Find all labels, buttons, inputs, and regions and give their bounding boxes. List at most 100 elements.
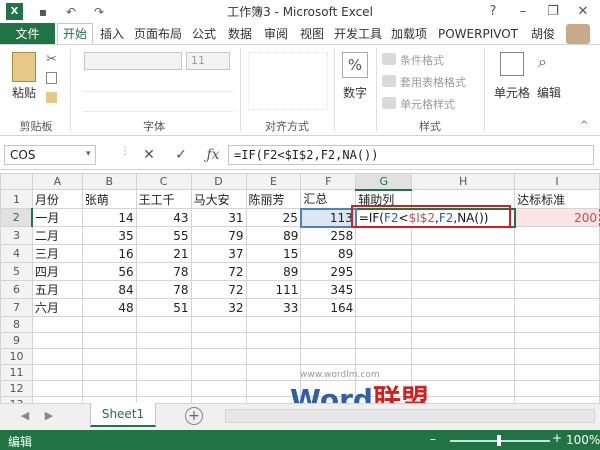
- cell[interactable]: 72: [190, 262, 247, 281]
- column-header[interactable]: H: [411, 173, 516, 190]
- cell[interactable]: [300, 332, 357, 349]
- cell[interactable]: 48: [81, 298, 137, 317]
- cell[interactable]: 55: [135, 226, 192, 245]
- cell[interactable]: [514, 316, 600, 333]
- prev-sheet-icon[interactable]: ◀: [18, 409, 32, 425]
- number-button[interactable]: 数字: [338, 84, 372, 101]
- add-sheet-button[interactable]: +: [185, 407, 203, 425]
- cell[interactable]: [355, 280, 413, 299]
- column-header[interactable]: E: [245, 173, 302, 190]
- cell[interactable]: [31, 364, 83, 381]
- name-box[interactable]: COS: [4, 145, 96, 165]
- row-header[interactable]: 6: [0, 280, 33, 299]
- cut-icon[interactable]: ✂: [46, 52, 57, 67]
- cell[interactable]: 295: [300, 262, 357, 281]
- cell[interactable]: 79: [190, 226, 247, 245]
- help-icon[interactable]: ?: [478, 0, 508, 22]
- name-box-dropdown-icon[interactable]: ▾: [86, 149, 91, 159]
- minimize-icon[interactable]: –: [508, 0, 538, 22]
- zoom-level[interactable]: 100%: [566, 433, 600, 447]
- avatar[interactable]: [566, 24, 590, 44]
- tab-view[interactable]: 视图: [296, 23, 328, 44]
- column-header[interactable]: A: [31, 173, 83, 190]
- format-as-table-button[interactable]: 套用表格格式: [400, 74, 466, 90]
- cell[interactable]: 78: [135, 262, 192, 281]
- paste-button[interactable]: 粘贴: [6, 84, 42, 101]
- cell[interactable]: 16: [81, 244, 137, 263]
- cell[interactable]: 78: [135, 280, 192, 299]
- cell[interactable]: [411, 348, 516, 365]
- cell[interactable]: [514, 262, 600, 281]
- cell[interactable]: [190, 380, 247, 397]
- cell[interactable]: [514, 348, 600, 365]
- cell[interactable]: [355, 244, 413, 263]
- user-name[interactable]: 胡俊: [528, 23, 558, 44]
- cell[interactable]: [81, 316, 137, 333]
- cell[interactable]: [514, 364, 600, 381]
- cell[interactable]: 六月: [31, 298, 83, 317]
- cell[interactable]: [355, 226, 413, 245]
- cell[interactable]: [245, 316, 302, 333]
- cell[interactable]: [31, 348, 83, 365]
- cell[interactable]: [81, 348, 137, 365]
- row-header[interactable]: 2: [0, 208, 34, 227]
- column-header[interactable]: B: [81, 173, 137, 190]
- tab-review[interactable]: 审阅: [260, 23, 292, 44]
- cell[interactable]: [355, 298, 413, 317]
- row-header[interactable]: 11: [0, 364, 33, 381]
- cell[interactable]: 51: [135, 298, 192, 317]
- cell[interactable]: 月份: [31, 189, 83, 209]
- column-header[interactable]: C: [135, 173, 192, 190]
- cell[interactable]: [245, 348, 302, 365]
- row-header[interactable]: 4: [0, 244, 33, 263]
- cell[interactable]: 56: [81, 262, 137, 281]
- cell[interactable]: [411, 244, 516, 263]
- tab-file[interactable]: 文件: [0, 23, 55, 44]
- zoom-out-icon[interactable]: –: [430, 432, 436, 446]
- cell[interactable]: 张萌: [81, 189, 137, 209]
- tab-formulas[interactable]: 公式: [188, 23, 220, 44]
- restore-icon[interactable]: ❐: [538, 0, 568, 22]
- cell[interactable]: [411, 316, 516, 333]
- cell[interactable]: 25: [245, 208, 302, 227]
- cell[interactable]: [514, 332, 600, 349]
- cell[interactable]: [245, 332, 302, 349]
- cell[interactable]: 王工千: [135, 189, 192, 209]
- cell[interactable]: [190, 348, 247, 365]
- cell[interactable]: 15: [245, 244, 302, 263]
- cell[interactable]: 31: [190, 208, 247, 227]
- font-style-buttons[interactable]: [84, 76, 234, 92]
- cell[interactable]: 33: [245, 298, 302, 317]
- cell[interactable]: 21: [135, 244, 192, 263]
- cell[interactable]: 164: [300, 298, 357, 317]
- cancel-icon[interactable]: ✕: [138, 145, 160, 165]
- tab-addins[interactable]: 加载项: [388, 23, 430, 44]
- row-header[interactable]: 12: [0, 380, 33, 397]
- column-header[interactable]: D: [190, 173, 247, 190]
- cells-button[interactable]: 单元格: [486, 84, 538, 101]
- row-header[interactable]: 7: [0, 298, 33, 317]
- cell[interactable]: [300, 316, 357, 333]
- zoom-in-icon[interactable]: +: [552, 431, 562, 445]
- font-name-select[interactable]: [84, 52, 182, 70]
- cell[interactable]: [411, 262, 516, 281]
- cell[interactable]: [135, 332, 192, 349]
- formula-input[interactable]: =IF(F2<$I$2,F2,NA()): [228, 145, 594, 165]
- cell[interactable]: [355, 332, 413, 349]
- cell[interactable]: 84: [81, 280, 137, 299]
- collapse-ribbon-icon[interactable]: ^: [580, 120, 588, 131]
- row-header[interactable]: 8: [0, 316, 33, 333]
- editing-button[interactable]: 编辑: [532, 84, 566, 101]
- cell[interactable]: 32: [190, 298, 247, 317]
- font-color-buttons[interactable]: [84, 96, 234, 112]
- cell[interactable]: 72: [190, 280, 247, 299]
- cell[interactable]: 89: [300, 244, 357, 263]
- cell[interactable]: 89: [245, 262, 302, 281]
- font-size-select[interactable]: 11: [186, 52, 230, 70]
- cell[interactable]: [300, 348, 357, 365]
- cell[interactable]: [135, 348, 192, 365]
- tab-data[interactable]: 数据: [224, 23, 256, 44]
- cell[interactable]: [411, 226, 516, 245]
- cell[interactable]: [514, 298, 600, 317]
- row-header[interactable]: 10: [0, 348, 33, 365]
